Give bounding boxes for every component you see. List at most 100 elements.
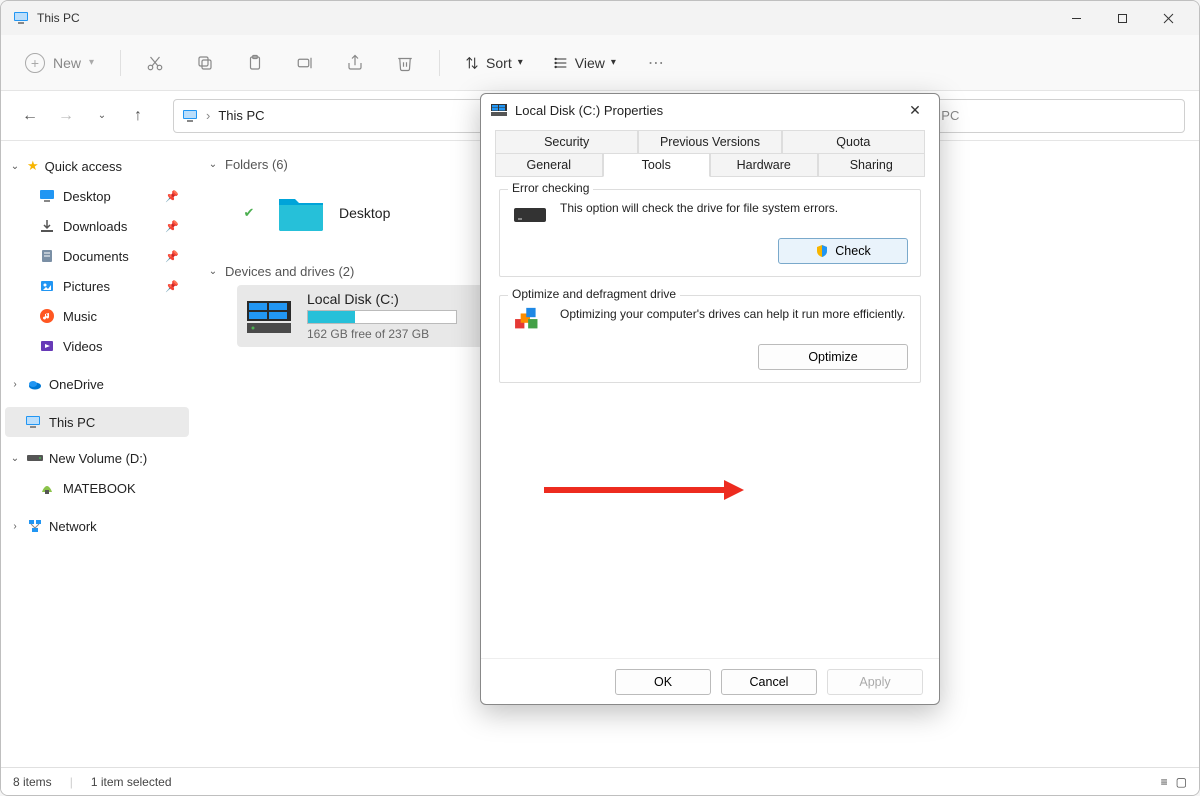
optimize-button[interactable]: Optimize bbox=[758, 344, 908, 370]
pin-icon: 📌 bbox=[165, 280, 179, 293]
drive-icon bbox=[245, 297, 293, 335]
shield-icon bbox=[815, 244, 829, 258]
optimize-group: Optimize and defragment drive Optimizing… bbox=[499, 295, 921, 383]
apply-button[interactable]: Apply bbox=[827, 669, 923, 695]
check-button[interactable]: Check bbox=[778, 238, 908, 264]
sidebar-this-pc[interactable]: This PC bbox=[5, 407, 189, 437]
maximize-button[interactable] bbox=[1099, 1, 1145, 35]
recent-dropdown[interactable]: ⌄ bbox=[87, 101, 117, 131]
view-icon bbox=[553, 55, 569, 71]
drive-local-c[interactable]: Local Disk (C:) 162 GB free of 237 GB bbox=[237, 285, 507, 347]
this-pc-icon bbox=[25, 414, 41, 430]
tab-hardware[interactable]: Hardware bbox=[710, 154, 818, 177]
breadcrumb-separator: › bbox=[206, 108, 210, 123]
this-pc-icon bbox=[13, 10, 29, 26]
details-view-icon[interactable]: ≡ bbox=[1161, 775, 1168, 789]
error-checking-group: Error checking This option will check th… bbox=[499, 189, 921, 277]
music-icon bbox=[39, 308, 55, 324]
ok-button[interactable]: OK bbox=[615, 669, 711, 695]
large-icons-view-icon[interactable]: ▢ bbox=[1176, 775, 1187, 789]
tab-security[interactable]: Security bbox=[495, 130, 638, 154]
dialog-body: Error checking This option will check th… bbox=[481, 177, 939, 658]
paste-icon[interactable] bbox=[235, 45, 275, 81]
properties-dialog: Local Disk (C:) Properties ✕ Security Pr… bbox=[480, 93, 940, 705]
error-checking-text: This option will check the drive for fil… bbox=[560, 200, 838, 217]
window-title: This PC bbox=[37, 11, 1053, 25]
sync-ok-icon: ✔ bbox=[241, 205, 257, 221]
new-button[interactable]: + New ▾ bbox=[13, 47, 106, 79]
tab-previous-versions[interactable]: Previous Versions bbox=[638, 130, 781, 154]
pin-icon: 📌 bbox=[165, 250, 179, 263]
pictures-icon bbox=[39, 278, 55, 294]
onedrive-icon bbox=[27, 376, 43, 392]
cut-icon[interactable] bbox=[135, 45, 175, 81]
drive-icon bbox=[27, 453, 43, 463]
tab-quota[interactable]: Quota bbox=[782, 130, 925, 154]
chevron-down-icon: ⌄ bbox=[207, 266, 219, 277]
sidebar-videos[interactable]: Videos bbox=[5, 331, 189, 361]
close-button[interactable] bbox=[1145, 1, 1191, 35]
download-icon bbox=[39, 218, 55, 234]
dialog-title: Local Disk (C:) Properties bbox=[515, 103, 663, 118]
document-icon bbox=[39, 248, 55, 264]
rename-icon[interactable] bbox=[285, 45, 325, 81]
back-button[interactable]: ← bbox=[15, 101, 45, 131]
chevron-down-icon: ▾ bbox=[89, 57, 94, 68]
cancel-button[interactable]: Cancel bbox=[721, 669, 817, 695]
sidebar: ⌄ ★ Quick access Desktop📌 Downloads📌 Doc… bbox=[1, 141, 193, 767]
titlebar: This PC bbox=[1, 1, 1199, 35]
dialog-titlebar: Local Disk (C:) Properties ✕ bbox=[481, 94, 939, 126]
copy-icon[interactable] bbox=[185, 45, 225, 81]
new-label: New bbox=[53, 55, 81, 71]
breadcrumb-label[interactable]: This PC bbox=[218, 108, 264, 123]
tab-tools[interactable]: Tools bbox=[603, 154, 711, 177]
chevron-right-icon: › bbox=[9, 521, 21, 532]
drive-info: Local Disk (C:) 162 GB free of 237 GB bbox=[307, 291, 499, 341]
sort-button[interactable]: Sort ▾ bbox=[454, 49, 533, 77]
optimize-text: Optimizing your computer's drives can he… bbox=[560, 306, 905, 323]
status-selected-count: 1 item selected bbox=[91, 775, 172, 789]
new-volume-group[interactable]: ⌄ New Volume (D:) bbox=[5, 443, 189, 473]
forward-button[interactable]: → bbox=[51, 101, 81, 131]
share-icon[interactable] bbox=[335, 45, 375, 81]
statusbar: 8 items | 1 item selected ≡ ▢ bbox=[1, 767, 1199, 795]
dialog-tabs: Security Previous Versions Quota General… bbox=[481, 126, 939, 177]
sort-icon bbox=[464, 55, 480, 71]
annotation-arrow-icon bbox=[544, 478, 744, 502]
sidebar-desktop[interactable]: Desktop📌 bbox=[5, 181, 189, 211]
this-pc-icon bbox=[182, 108, 198, 124]
drive-small-icon bbox=[512, 200, 548, 228]
drive-icon bbox=[491, 104, 507, 116]
view-button[interactable]: View ▾ bbox=[543, 49, 626, 77]
separator bbox=[439, 50, 440, 76]
sidebar-pictures[interactable]: Pictures📌 bbox=[5, 271, 189, 301]
sidebar-music[interactable]: Music bbox=[5, 301, 189, 331]
minimize-button[interactable] bbox=[1053, 1, 1099, 35]
plus-icon: + bbox=[25, 53, 45, 73]
delete-icon[interactable] bbox=[385, 45, 425, 81]
tab-general[interactable]: General bbox=[495, 154, 603, 177]
network-group[interactable]: › Network bbox=[5, 511, 189, 541]
network-icon bbox=[27, 518, 43, 534]
pin-icon: 📌 bbox=[165, 220, 179, 233]
dialog-close-button[interactable]: ✕ bbox=[901, 98, 929, 122]
quick-access-group[interactable]: ⌄ ★ Quick access bbox=[5, 151, 189, 181]
tab-sharing[interactable]: Sharing bbox=[818, 154, 926, 177]
sidebar-documents[interactable]: Documents📌 bbox=[5, 241, 189, 271]
folder-icon bbox=[277, 193, 325, 233]
defrag-icon bbox=[512, 306, 548, 334]
more-button[interactable]: ⋯ bbox=[636, 45, 676, 81]
up-button[interactable]: ↑ bbox=[123, 101, 153, 131]
pin-icon: 📌 bbox=[165, 190, 179, 203]
sidebar-matebook[interactable]: MATEBOOK bbox=[5, 473, 189, 503]
toolbar: + New ▾ Sort ▾ View ▾ ⋯ bbox=[1, 35, 1199, 91]
chevron-right-icon: › bbox=[9, 379, 21, 390]
drive-name: Local Disk (C:) bbox=[307, 291, 499, 307]
optimize-legend: Optimize and defragment drive bbox=[508, 287, 680, 301]
sidebar-downloads[interactable]: Downloads📌 bbox=[5, 211, 189, 241]
videos-icon bbox=[39, 338, 55, 354]
star-icon: ★ bbox=[27, 158, 39, 174]
onedrive-group[interactable]: › OneDrive bbox=[5, 369, 189, 399]
drive-usage-bar bbox=[307, 310, 457, 324]
folder-desktop[interactable]: ✔ Desktop bbox=[237, 186, 437, 240]
